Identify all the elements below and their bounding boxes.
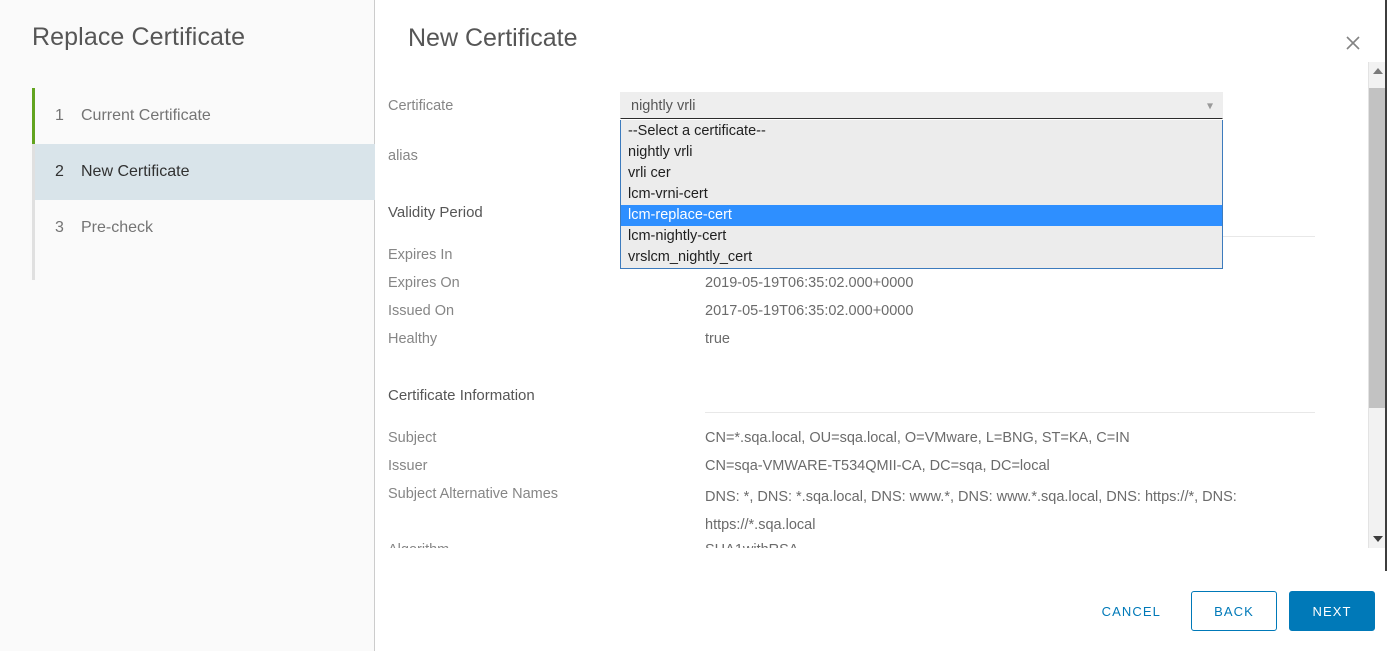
wizard-sidebar: Replace Certificate 1 Current Certificat… [0,0,375,651]
subject-alternative-names-label: Subject Alternative Names [388,486,559,502]
issuer-label: Issuer [388,458,428,474]
certificate-details-scroll-region: Certificate alias Validity Period Expire… [375,62,1338,548]
expires-on-value: 2019-05-19T06:35:02.000+0000 [705,275,914,291]
dialog-footer: CANCEL BACK NEXT [375,571,1387,651]
step-number: 2 [55,163,64,180]
close-icon[interactable] [1339,29,1367,57]
certificate-field-label: Certificate [388,98,454,114]
subject-label: Subject [388,430,437,446]
section-divider [705,412,1315,413]
step-number: 1 [55,107,64,124]
chevron-down-icon: ▾ [1206,97,1213,112]
validity-period-heading: Validity Period [388,204,483,221]
algorithm-value: SHA1withRSA [705,542,798,548]
cancel-button[interactable]: CANCEL [1084,591,1179,631]
issuer-value: CN=sqa-VMWARE-T534QMII-CA, DC=sqa, DC=lo… [705,458,1050,474]
certificate-information-heading: Certificate Information [388,387,535,404]
select-option-highlighted[interactable]: lcm-replace-cert [621,205,1222,226]
wizard-step-list: 1 Current Certificate 2 New Certificate … [35,88,375,256]
algorithm-label: Algorithm [388,542,449,548]
select-option[interactable]: nightly vrli [621,142,1222,163]
select-option[interactable]: lcm-nightly-cert [621,226,1222,247]
step-label: Current Certificate [81,107,211,124]
issued-on-label: Issued On [388,303,455,319]
page-title: New Certificate [408,24,578,52]
select-option[interactable]: vrli cer [621,163,1222,184]
healthy-value: true [705,331,730,347]
certificate-select-options[interactable]: --Select a certificate-- nightly vrli vr… [620,120,1223,269]
content-scrollbar[interactable] [1368,62,1387,548]
replace-certificate-dialog: Replace Certificate 1 Current Certificat… [0,0,1387,651]
healthy-label: Healthy [388,331,438,347]
sidebar-item-pre-check[interactable]: 3 Pre-check [35,200,375,256]
step-label: Pre-check [81,219,154,236]
step-number: 3 [55,219,64,236]
certificate-select-box[interactable]: nightly vrli ▾ [620,92,1223,119]
subject-value: CN=*.sqa.local, OU=sqa.local, O=VMware, … [705,430,1130,446]
wizard-title: Replace Certificate [32,23,246,51]
subject-alternative-names-value: DNS: *, DNS: *.sqa.local, DNS: www.*, DN… [705,489,1237,533]
select-option[interactable]: vrslcm_nightly_cert [621,247,1222,268]
issued-on-value: 2017-05-19T06:35:02.000+0000 [705,303,914,319]
certificate-select[interactable]: nightly vrli ▾ --Select a certificate-- … [620,92,1223,269]
sidebar-item-new-certificate[interactable]: 2 New Certificate [35,144,375,200]
main-panel: New Certificate Certificate alias Validi… [375,0,1387,651]
next-button[interactable]: NEXT [1289,591,1375,631]
expires-on-label: Expires On [388,275,460,291]
select-option[interactable]: --Select a certificate-- [621,121,1222,142]
alias-field-label: alias [388,148,418,164]
expires-in-label: Expires In [388,247,453,263]
sidebar-item-current-certificate[interactable]: 1 Current Certificate [35,88,375,144]
back-button[interactable]: BACK [1191,591,1277,631]
select-option[interactable]: lcm-vrni-cert [621,184,1222,205]
step-label: New Certificate [81,163,190,180]
certificate-select-value: nightly vrli [631,97,696,114]
